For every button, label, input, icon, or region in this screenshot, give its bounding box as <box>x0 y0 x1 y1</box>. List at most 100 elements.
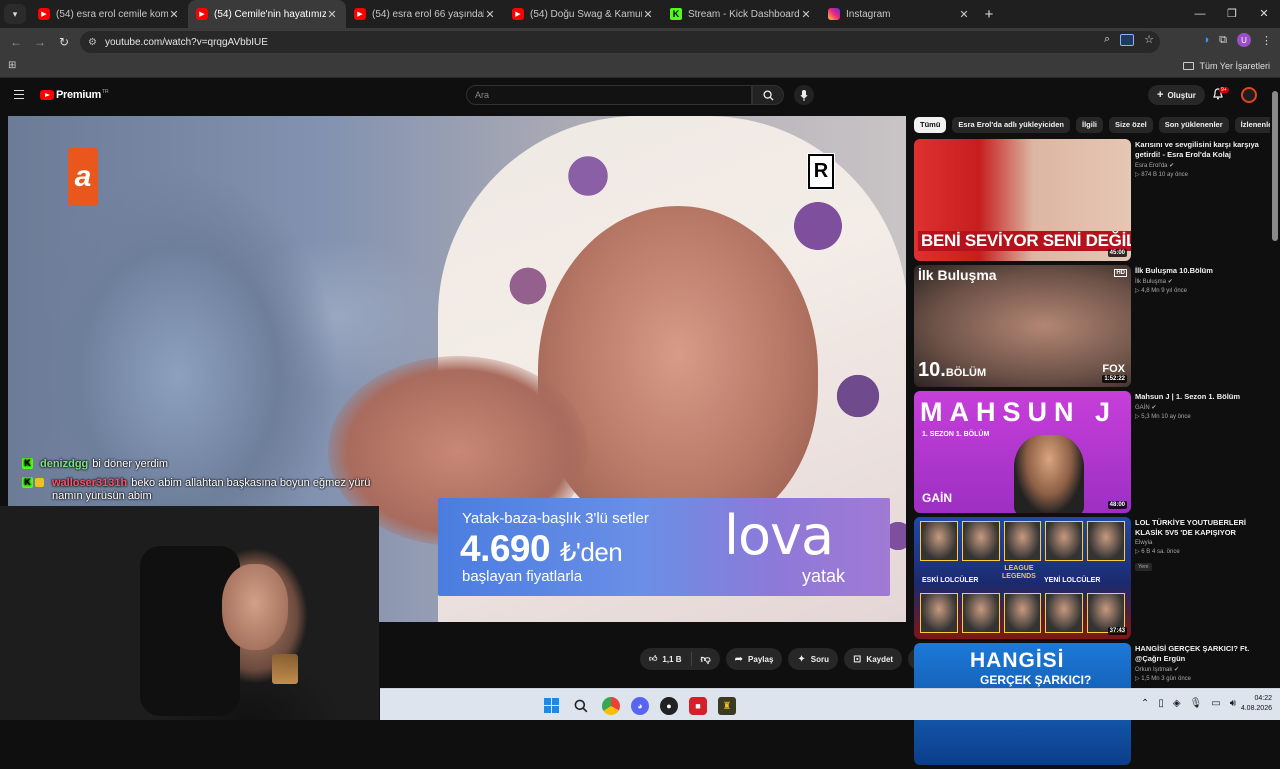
voice-search-button[interactable] <box>794 85 814 105</box>
youtube-header: Premium TR Ara + Oluştur 9+ <box>0 79 1270 113</box>
browser-tab-active[interactable]: ▶ (54) Cemile'nin hayatımıza renk ✕ <box>188 0 346 28</box>
recommendation-item[interactable]: İlk Buluşma 10.BÖLÜM HD FOX 1:52:22 İlk … <box>914 265 1264 391</box>
streamer-webcam <box>0 506 379 720</box>
taskbar-clock[interactable]: 04:22 4.08.2026 <box>1241 694 1272 714</box>
zoom-icon[interactable]: ⌕ <box>1104 33 1110 46</box>
video-thumbnail[interactable]: MAHSUN J 1. SEZON 1. BÖLÜM GAİN 48:00 <box>914 391 1131 513</box>
video-title[interactable]: Karısını ve sevgilisini karşı karşıya ge… <box>1135 140 1260 160</box>
video-meta-text: 5,3 Mn 10 ay önce <box>1141 414 1191 420</box>
youtube-logo[interactable]: Premium TR <box>40 89 109 101</box>
restore-button[interactable]: ❐ <box>1216 0 1248 28</box>
site-info-icon[interactable]: ⚙ <box>88 37 97 48</box>
tab-search-button[interactable]: ▾ <box>4 4 26 24</box>
channel-name[interactable]: Esra Erol'da ✔ <box>1135 162 1260 169</box>
chip-all[interactable]: Tümü <box>914 117 947 133</box>
recommendation-item[interactable]: MAHSUN J 1. SEZON 1. BÖLÜM GAİN 48:00 Ma… <box>914 391 1264 517</box>
dislike-button[interactable]: 👎︎ <box>692 653 720 665</box>
close-icon[interactable]: ✕ <box>168 8 180 21</box>
extension-icon[interactable]: ◑ <box>1202 34 1209 46</box>
browser-tab[interactable]: ▶ (54) Doğu Swag & Kamuran Akk ✕ <box>504 0 662 28</box>
network-icon[interactable]: ◈ <box>1173 698 1181 709</box>
youtube-icon: ▶ <box>38 8 50 20</box>
apps-grid-icon[interactable]: ⊞ <box>8 60 16 71</box>
like-count: 1,1 B <box>662 654 682 664</box>
browser-tab[interactable]: ▶ (54) esra erol 66 yaşındaki kübr ✕ <box>346 0 504 28</box>
chat-message: K walloser3131h beko abim allahtan başkas… <box>22 477 382 503</box>
channel-name[interactable]: Orkun Işıtmak ✔ <box>1135 666 1260 673</box>
microphone-icon[interactable]: 🎙︎ <box>1190 698 1203 709</box>
channel-name[interactable]: İlk Buluşma ✔ <box>1135 278 1260 285</box>
account-avatar[interactable] <box>1241 87 1257 103</box>
chip-for-you[interactable]: Size özel <box>1109 117 1153 133</box>
search-button[interactable] <box>752 85 784 105</box>
profile-avatar[interactable]: U <box>1237 33 1251 47</box>
window-close-button[interactable]: ✕ <box>1248 0 1280 28</box>
app-icon[interactable]: ■ <box>689 697 707 715</box>
discord-icon[interactable]: ◕ <box>631 697 649 715</box>
video-action-bar: 👍︎1,1 B 👎︎ ➦Paylaş ✦Soru ⊡Kaydet ··· <box>640 648 931 670</box>
video-thumbnail[interactable]: BENİ SEVİYOR SENİ DEĞİL 45:00 <box>914 139 1131 261</box>
picture-in-picture-icon[interactable] <box>1120 33 1135 46</box>
instagram-icon <box>828 8 840 20</box>
obs-icon[interactable]: ● <box>660 697 678 715</box>
recommendation-item[interactable]: BENİ SEVİYOR SENİ DEĞİL 45:00 Karısını v… <box>914 139 1264 265</box>
forward-button[interactable]: → <box>28 35 52 49</box>
close-icon[interactable]: ✕ <box>800 8 812 21</box>
channel-name[interactable]: Elwyia <box>1135 540 1260 546</box>
kick-icon: K <box>670 8 682 20</box>
chip-uploader[interactable]: Esra Erol'da adlı yükleyiciden <box>952 117 1071 133</box>
chrome-icon[interactable] <box>602 697 620 715</box>
video-meta: ▷ 874 B 10 ay önce <box>1135 171 1260 178</box>
browser-tab[interactable]: K Stream - Kick Dashboard ✕ <box>662 0 820 28</box>
create-button[interactable]: + Oluştur <box>1148 85 1205 105</box>
close-icon[interactable]: ✕ <box>642 8 654 21</box>
youtube-icon: ▶ <box>196 8 208 20</box>
game-launcher-icon[interactable]: ♜ <box>718 697 736 715</box>
new-tab-button[interactable]: + <box>978 6 1000 23</box>
video-thumbnail[interactable]: ESKİ LOLCÜLER YENİ LOLCÜLER LEAGUE LEGEND… <box>914 517 1131 639</box>
tab-title: (54) Doğu Swag & Kamuran Akk <box>530 8 642 20</box>
video-title[interactable]: HANGİSİ GERÇEK ŞARKICI? Ft. @Çağrı Ergün <box>1135 644 1260 664</box>
all-bookmarks-button[interactable]: Tüm Yer İşaretleri <box>1183 61 1270 71</box>
back-button[interactable]: ← <box>4 35 28 49</box>
thumbnail-caption-episode: 10.BÖLÜM <box>918 359 986 382</box>
chevron-down-icon: ▾ <box>12 8 18 19</box>
video-thumbnail[interactable]: İlk Buluşma 10.BÖLÜM HD FOX 1:52:22 <box>914 265 1131 387</box>
address-bar[interactable]: ⚙ youtube.com/watch?v=qrqgAVbbIUE ⌕ ☆ <box>80 31 1160 53</box>
ad-price: 4.690 ₺'den <box>460 528 623 570</box>
recommendation-item[interactable]: ESKİ LOLCÜLER YENİ LOLCÜLER LEAGUE LEGEND… <box>914 517 1264 643</box>
video-title[interactable]: LOL TÜRKİYE YOUTUBERLERİ KLASİK 5V5 'DE … <box>1135 518 1260 538</box>
close-icon[interactable]: ✕ <box>958 8 970 21</box>
recommendation-list: BENİ SEVİYOR SENİ DEĞİL 45:00 Karısını v… <box>914 139 1264 769</box>
video-title[interactable]: İlk Buluşma 10.Bölüm <box>1135 266 1260 276</box>
tray-overflow-icon[interactable]: ⌃ <box>1141 698 1149 709</box>
battery-icon[interactable]: ▯ <box>1158 698 1164 709</box>
ask-button[interactable]: ✦ Soru <box>788 648 839 670</box>
video-title[interactable]: Mahsun J | 1. Sezon 1. Bölüm <box>1135 392 1260 402</box>
display-icon[interactable]: ▭ <box>1211 698 1220 709</box>
browser-tab[interactable]: ▶ (54) esra erol cemile komik sahn ✕ <box>30 0 188 28</box>
scrollbar-thumb[interactable] <box>1272 91 1278 241</box>
ad-banner[interactable]: Yatak-baza-başlık 3'lü setler 4.690 ₺'de… <box>438 498 890 596</box>
like-button[interactable]: 👍︎ 1,1 B <box>640 652 692 666</box>
puzzle-icon[interactable]: ⧉ <box>1219 34 1227 47</box>
channel-name[interactable]: GAİN ✔ <box>1135 404 1260 411</box>
reload-button[interactable]: ↻ <box>52 35 76 49</box>
speaker-icon[interactable]: 🔊︎ <box>1230 698 1236 709</box>
page-scrollbar[interactable] <box>1270 79 1280 688</box>
search-input[interactable]: Ara <box>466 85 752 105</box>
save-button[interactable]: ⊡ Kaydet <box>844 648 903 670</box>
hamburger-menu-icon[interactable] <box>14 90 24 99</box>
close-icon[interactable]: ✕ <box>326 8 338 21</box>
bookmark-star-icon[interactable]: ☆ <box>1144 33 1154 46</box>
menu-icon[interactable]: ⋮ <box>1261 34 1272 47</box>
chip-recent[interactable]: Son yüklenenler <box>1158 117 1229 133</box>
windows-start-icon[interactable] <box>544 698 559 713</box>
browser-tab[interactable]: Instagram ✕ <box>820 0 978 28</box>
chip-related[interactable]: İlgili <box>1076 117 1104 133</box>
thumbnail-caption: ESKİ LOLCÜLER <box>922 577 979 584</box>
share-button[interactable]: ➦ Paylaş <box>725 648 783 670</box>
minimize-button[interactable]: — <box>1184 0 1216 28</box>
search-icon[interactable] <box>572 697 590 715</box>
close-icon[interactable]: ✕ <box>484 8 496 21</box>
